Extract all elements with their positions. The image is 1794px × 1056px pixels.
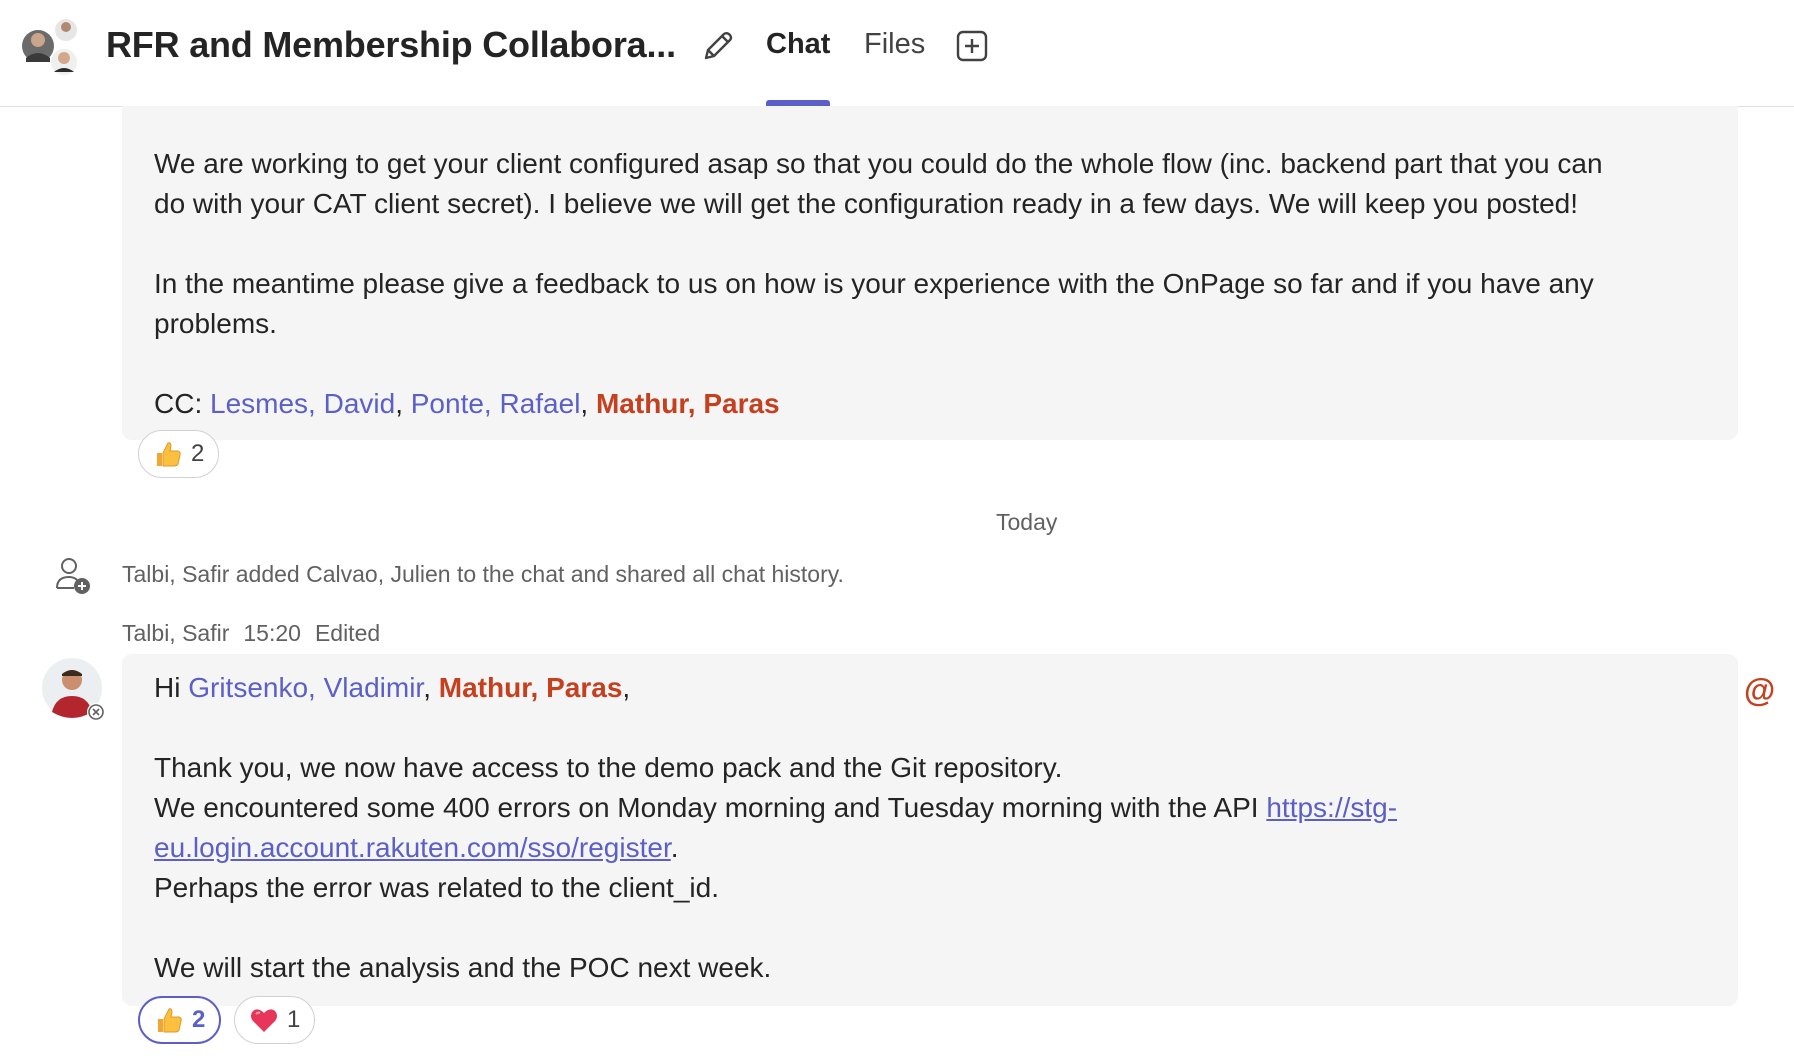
mention-mathur-paras[interactable]: Mathur, Paras (596, 388, 780, 419)
mention-mathur-paras[interactable]: Mathur, Paras (439, 672, 623, 703)
message-meta: Talbi, Safir 15:20 Edited (122, 620, 394, 647)
separator: , (395, 388, 411, 419)
at-mention-icon: @ (1744, 672, 1776, 708)
message-text: We encountered some 400 errors on Monday… (154, 788, 1706, 828)
person-add-icon (56, 558, 90, 594)
reaction-count: 2 (191, 440, 205, 467)
author-name[interactable]: Talbi, Safir (122, 620, 229, 646)
message-text: We are working to get your client config… (154, 148, 1603, 179)
message-text: problems. (154, 308, 277, 339)
message-text: . (670, 832, 679, 863)
api-link[interactable]: https://stg- (1266, 792, 1397, 823)
reaction-thumbs-up[interactable]: 2 (138, 996, 222, 1044)
cc-prefix: CC: (154, 388, 210, 419)
avatar[interactable] (42, 658, 106, 722)
message-text: We encountered some 400 errors on Monday… (154, 792, 1267, 823)
message-bubble[interactable]: We are working to get your client config… (122, 106, 1738, 440)
greeting: Hi (154, 672, 189, 703)
reaction-thumbs-up[interactable]: 2 (138, 430, 220, 478)
api-link[interactable]: eu.login.account.rakuten.com/sso/registe… (154, 832, 671, 863)
mention-lesmes-david[interactable]: Lesmes, David (210, 388, 395, 419)
message-text: In the meantime please give a feedback t… (154, 268, 1594, 299)
greeting-end: , (622, 672, 631, 703)
separator: , (423, 672, 439, 703)
thumbs-up-icon (158, 1008, 182, 1033)
chat-title[interactable]: RFR and Membership Collabora... (106, 24, 676, 66)
message-text: We will start the analysis and the POC n… (154, 952, 772, 983)
message-text: Thank you, we now have access to the dem… (154, 752, 1063, 783)
add-tab-icon[interactable] (956, 30, 988, 62)
heart-icon (251, 1009, 277, 1032)
message-text: Perhaps the error was related to the cli… (154, 872, 719, 903)
pencil-icon[interactable] (700, 28, 736, 64)
greeting-line: Hi Gritsenko, Vladimir, Mathur, Paras, (154, 668, 1706, 708)
group-avatar-icon[interactable] (18, 16, 82, 80)
date-divider: Today (996, 509, 1058, 535)
message-text: eu.login.account.rakuten.com/sso/registe… (154, 828, 1706, 868)
system-message: Talbi, Safir added Calvao, Julien to the… (122, 561, 844, 587)
timestamp: 15:20 (243, 620, 301, 646)
reaction-heart[interactable]: 1 (234, 996, 316, 1044)
cc-line: CC: Lesmes, David, Ponte, Rafael, Mathur… (154, 384, 1706, 424)
reaction-count: 2 (192, 1006, 206, 1033)
message-bubble[interactable]: Hi Gritsenko, Vladimir, Mathur, Paras, T… (122, 654, 1738, 1006)
edited-label: Edited (314, 620, 381, 646)
message-text: do with your CAT client secret). I belie… (154, 188, 1579, 219)
mention-ponte-rafael[interactable]: Ponte, Rafael (411, 388, 581, 419)
separator: , (580, 388, 596, 419)
thumbs-up-icon (157, 442, 181, 467)
tab-chat[interactable]: Chat (766, 28, 830, 61)
mention-gritsenko-vladimir[interactable]: Gritsenko, Vladimir (188, 672, 423, 703)
tab-files[interactable]: Files (864, 28, 925, 61)
reaction-count: 1 (287, 1006, 301, 1033)
chat-header: RFR and Membership Collabora... Chat Fil… (0, 0, 1794, 107)
